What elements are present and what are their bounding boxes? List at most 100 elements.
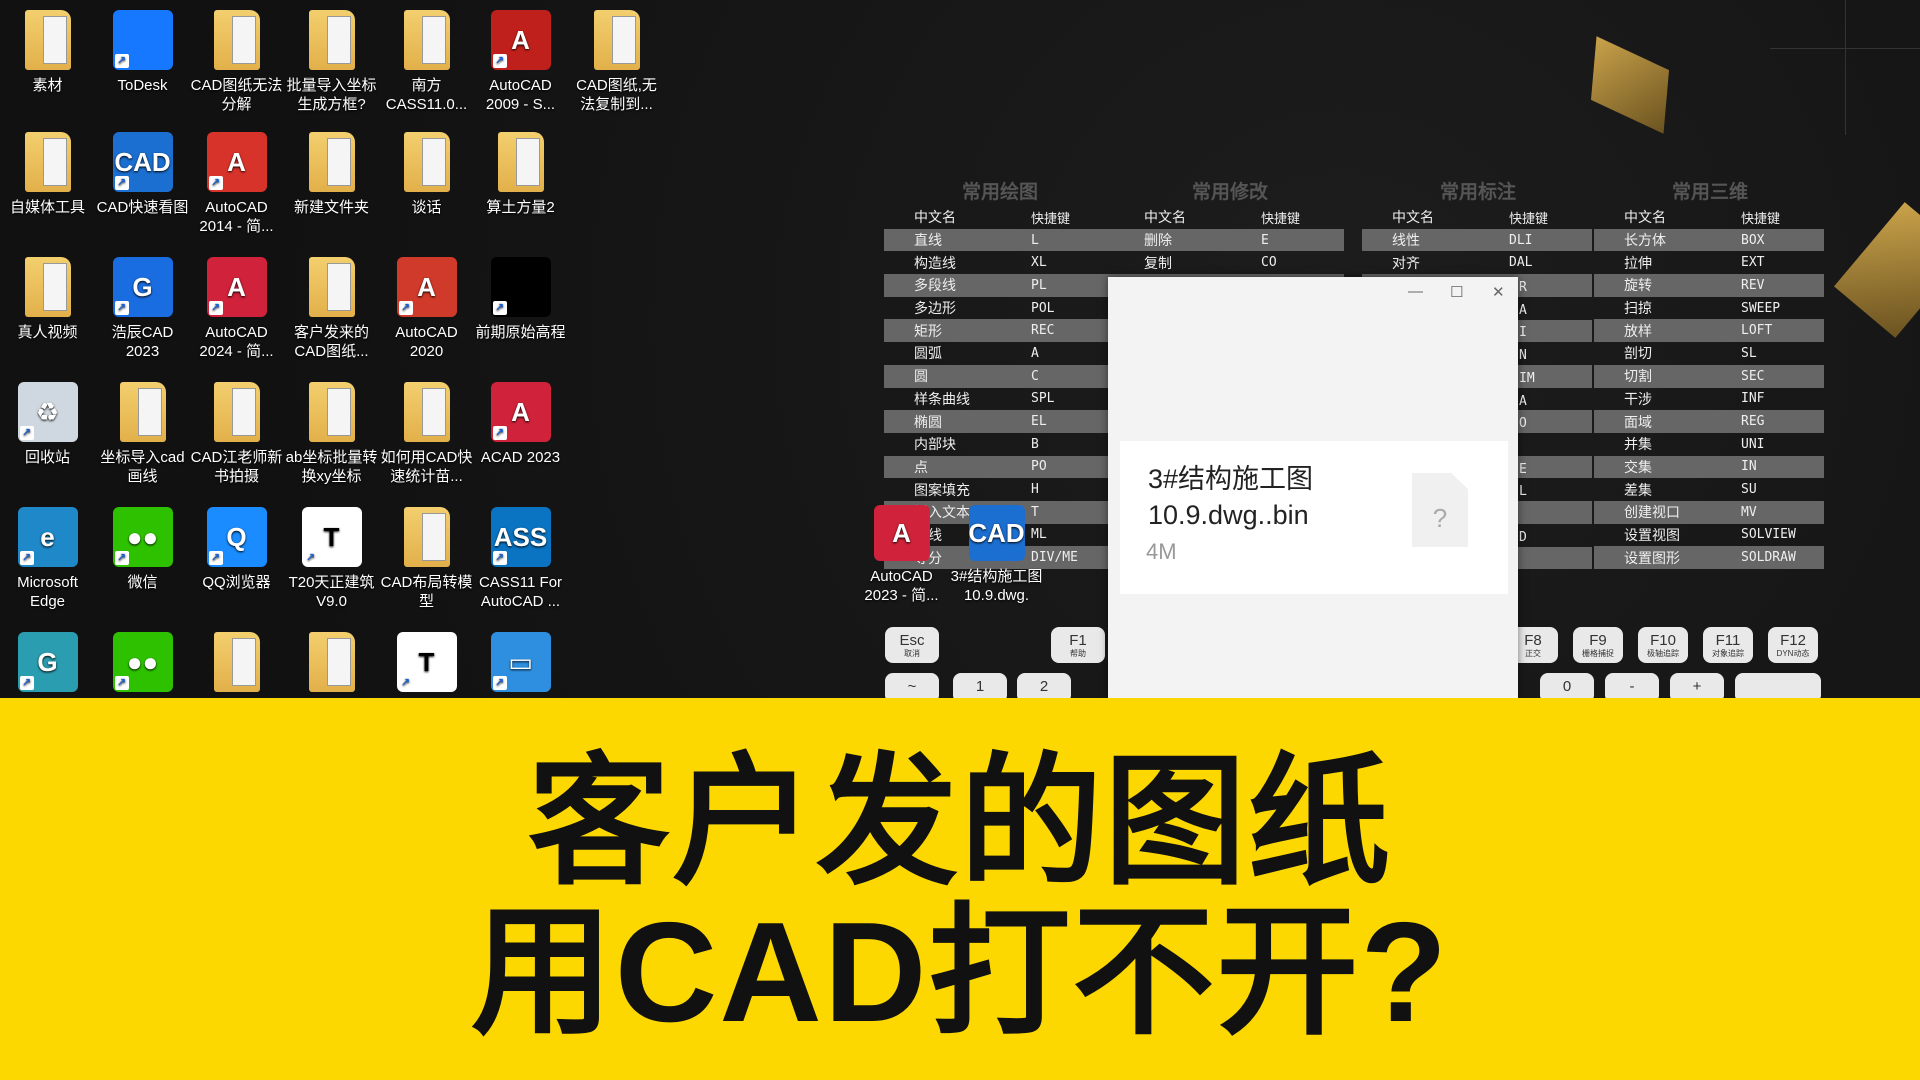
desktop-icon[interactable]: 坐标导入cad画线	[95, 382, 190, 486]
folder-icon	[403, 132, 450, 192]
desktop-icon[interactable]: G ↗ 浩辰CAD 2023	[95, 257, 190, 361]
table-row: 扫掠 SWEEP	[1624, 300, 1781, 317]
file-name: 3#结构施工图 10.9.dwg..bin	[1148, 464, 1314, 530]
app-icon: CAD ↗	[112, 132, 173, 192]
crosshair-decoration	[1845, 0, 1846, 135]
crosshair-decoration	[1770, 48, 1920, 49]
desktop-icon-label: 真人视频	[17, 324, 78, 341]
desktop-icon[interactable]: ↗ ToDesk	[95, 10, 190, 95]
folder-icon	[308, 132, 355, 192]
maximize-button[interactable]: ☐	[1450, 283, 1463, 301]
app-icon: A ↗	[206, 257, 267, 317]
desktop-icon[interactable]: A ↗ ACAD 2023	[473, 382, 568, 467]
shortcut-fragment: N	[1519, 348, 1527, 364]
table-row: 圆弧 A	[914, 345, 1039, 362]
table-row: 剖切 SL	[1624, 345, 1757, 362]
desktop-icon[interactable]: T ↗	[379, 632, 474, 698]
desktop-icon[interactable]: CAD布局转模型	[379, 507, 474, 611]
app-icon: CAD	[968, 505, 1025, 561]
table-row: 旋转 REV	[1594, 274, 1824, 297]
table-header: 中文名 快捷键	[1392, 209, 1549, 227]
desktop-icon[interactable]: 算土方量2	[473, 132, 568, 217]
table-row: 圆C	[884, 364, 1114, 388]
desktop-icon[interactable]: A ↗ AutoCAD 2009 - S...	[473, 10, 568, 114]
folder-icon	[593, 10, 640, 70]
desktop-icon-label: CAD布局转模型	[380, 574, 473, 610]
minimize-button[interactable]: —	[1408, 283, 1423, 300]
banner-line-1: 客户发的图纸	[528, 743, 1392, 902]
desktop-icon[interactable]: Q ↗ QQ浏览器	[189, 507, 284, 592]
folder-icon	[403, 382, 450, 442]
desktop-icon[interactable]: 南方CASS11.0...	[379, 10, 474, 114]
desktop-icon[interactable]: ●● ↗ 微信	[95, 507, 190, 592]
app-icon: T ↗	[301, 507, 362, 567]
close-button[interactable]: ✕	[1492, 283, 1505, 301]
folder-icon	[24, 10, 71, 70]
desktop-icon[interactable]: A AutoCAD 2023 - 简...	[854, 505, 949, 605]
desktop-icon[interactable]: 素材	[0, 10, 95, 95]
app-icon: ASS ↗	[490, 507, 551, 567]
desktop-icon[interactable]: ●● ↗	[95, 632, 190, 698]
table-header: 中文名 快捷键	[1144, 209, 1301, 227]
desktop-icon[interactable]: A ↗ AutoCAD 2014 - 简...	[189, 132, 284, 236]
desktop-icon[interactable]: e ↗ Microsoft Edge	[0, 507, 95, 611]
app-icon: e ↗	[17, 507, 78, 567]
shortcut-arrow-icon: ↗	[114, 301, 129, 315]
folder-icon	[308, 632, 355, 692]
desktop-icon[interactable]: A ↗ AutoCAD 2020	[379, 257, 474, 361]
desktop-icon[interactable]: 自媒体工具	[0, 132, 95, 217]
folder-icon	[213, 10, 260, 70]
desktop-icon[interactable]: ab坐标批量转换xy坐标	[284, 382, 379, 486]
table-row: 复制 CO	[1144, 254, 1277, 271]
desktop-icon[interactable]: 批量导入坐标生成方框?	[284, 10, 379, 114]
desktop-icon[interactable]: ♻ ↗ 回收站	[0, 382, 95, 467]
desktop-icon-label: AutoCAD 2020	[395, 324, 458, 360]
desktop-icon-label: CASS11 For AutoCAD ...	[478, 574, 563, 610]
app-icon: G ↗	[112, 257, 173, 317]
desktop-icon[interactable]: 真人视频	[0, 257, 95, 342]
unknown-file-icon: ?	[1412, 473, 1468, 547]
desktop-icon-label: QQ浏览器	[202, 574, 271, 591]
function-key: F10 极轴追踪	[1638, 627, 1688, 663]
desktop-icon[interactable]	[284, 632, 379, 698]
desktop-icon[interactable]: 客户发来的CAD图纸...	[284, 257, 379, 361]
desktop-icon[interactable]: CAD图纸无法分解	[189, 10, 284, 114]
desktop-icon-label: ToDesk	[117, 77, 168, 94]
group-title: 常用修改	[1191, 182, 1268, 203]
table-row: 直线 L	[884, 228, 1114, 252]
shortcut-arrow-icon: ↗	[492, 676, 507, 690]
folder-icon	[403, 507, 450, 567]
desktop-icon[interactable]: 如何用CAD快速统计苗...	[379, 382, 474, 486]
desktop-icon-label: 批量导入坐标生成方框?	[286, 77, 377, 113]
desktop-icon[interactable]: ↗ 前期原始高程	[473, 257, 568, 342]
desktop-icon[interactable]: ASS ↗ CASS11 For AutoCAD ...	[473, 507, 568, 611]
desktop-icon[interactable]: A ↗ AutoCAD 2024 - 简...	[189, 257, 284, 361]
desktop-icon[interactable]: 新建文件夹	[284, 132, 379, 217]
desktop-icon[interactable]: T ↗ T20天正建筑V9.0	[284, 507, 379, 611]
table-row: 图案填充 H	[914, 481, 1039, 498]
desktop-icon[interactable]: ▭ ↗	[473, 632, 568, 698]
desktop-icon[interactable]: CAD图纸,无法复制到...	[569, 10, 664, 114]
shortcut-arrow-icon: ↗	[398, 301, 413, 315]
desktop-icon[interactable]: CAD 3#结构施工图10.9.dwg.	[949, 505, 1044, 605]
shortcut-arrow-icon: ↗	[114, 551, 129, 565]
table-row: 多段线 PL	[884, 274, 1114, 297]
function-key: F11 对象追踪	[1703, 627, 1753, 663]
desktop-icon-label: 如何用CAD快速统计苗...	[380, 449, 473, 485]
app-icon: Q ↗	[206, 507, 267, 567]
desktop-icon[interactable]: CAD ↗ CAD快速看图	[95, 132, 190, 217]
folder-icon	[119, 382, 166, 442]
desktop-icon[interactable]: 谈话	[379, 132, 474, 217]
shortcut-fragment: A	[1519, 302, 1527, 318]
desktop-icon-label: AutoCAD 2023 - 简...	[864, 568, 939, 604]
folder-icon	[497, 132, 544, 192]
file-card[interactable]: 3#结构施工图 10.9.dwg..bin 4M ?	[1120, 441, 1508, 594]
table-row: 差集 SU	[1624, 481, 1757, 498]
table-row: 设置图形 SOLDRAW	[1594, 546, 1824, 569]
desktop-icon[interactable]: G ↗	[0, 632, 95, 698]
shortcut-fragment: R	[1519, 280, 1527, 295]
desktop-icon[interactable]	[189, 632, 284, 698]
shortcut-fragment: IM	[1519, 370, 1535, 386]
desktop-icon-label: 素材	[32, 77, 63, 94]
desktop-icon[interactable]: CAD江老师新书拍摄	[189, 382, 284, 486]
